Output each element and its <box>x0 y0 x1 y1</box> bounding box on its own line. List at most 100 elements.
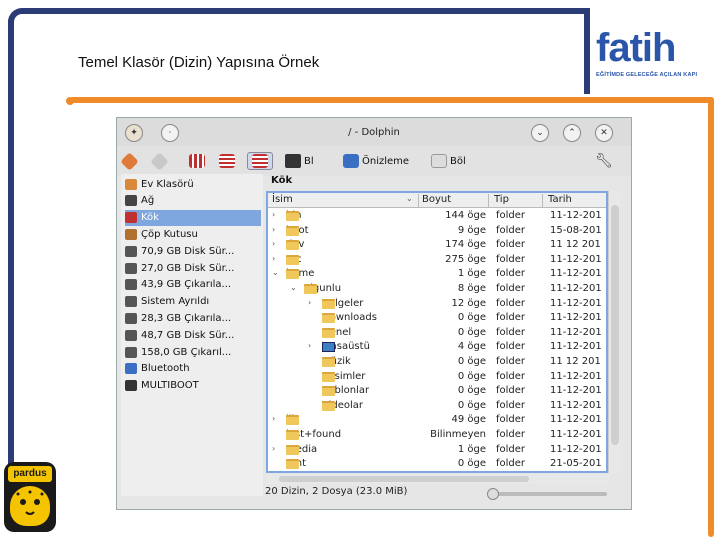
expander-icon[interactable]: › <box>272 254 275 263</box>
table-row[interactable]: Downloads 0 öge folder 11-12-201 <box>268 311 606 326</box>
split-button[interactable]: Bl <box>285 152 314 170</box>
file-type: folder <box>496 283 526 294</box>
compact-view-button[interactable] <box>219 152 235 170</box>
place-item[interactable]: Bluetooth <box>125 361 261 377</box>
place-item[interactable]: MULTIBOOT <box>125 378 261 394</box>
file-date: 21-05-201 <box>550 458 602 470</box>
table-row[interactable]: Videolar 0 öge folder 11-12-201 <box>268 399 606 414</box>
folder-icon <box>286 415 299 426</box>
icons-view-button[interactable] <box>189 152 205 170</box>
table-row[interactable]: › Belgeler 12 öge folder 11-12-201 <box>268 297 606 312</box>
file-date: 11-12-201 <box>550 370 602 382</box>
expander-icon[interactable]: › <box>272 444 275 453</box>
expander-icon[interactable]: › <box>272 210 275 219</box>
place-item[interactable]: Ağ <box>125 193 261 209</box>
folder-icon <box>286 240 299 251</box>
folder-icon <box>286 225 299 236</box>
drive-icon <box>125 312 137 324</box>
table-row[interactable]: › media 1 öge folder 11-12-201 <box>268 443 606 458</box>
place-item[interactable]: Ev Klasörü <box>125 176 261 192</box>
chevron-down-icon[interactable]: ⌄ <box>531 124 549 142</box>
column-date[interactable]: Tarih <box>548 194 572 205</box>
table-row[interactable]: ›bin144 ögefolder11-12-201 <box>268 209 606 224</box>
expander-icon[interactable]: ⌄ <box>272 268 279 277</box>
place-label: Bluetooth <box>141 363 190 375</box>
table-row[interactable]: ⌄ home 1 öge folder 11-12-201 <box>268 267 606 282</box>
table-row[interactable]: Genel 0 öge folder 11-12-201 <box>268 326 606 341</box>
horizontal-scrollbar[interactable] <box>265 474 609 484</box>
folder-icon <box>322 386 335 397</box>
place-item[interactable]: 27,0 GB Disk Sür... <box>125 260 261 276</box>
file-size: 4 öge <box>457 341 486 353</box>
slide-frame-top <box>8 8 590 94</box>
close-icon[interactable]: ✕ <box>595 124 613 142</box>
expander-icon[interactable]: › <box>272 414 275 423</box>
details-view: İsim ⌄ Boyut Tip Tarih ›bin144 ögefolder… <box>266 191 608 473</box>
expander-icon[interactable]: › <box>272 225 275 234</box>
place-item[interactable]: 28,3 GB Çıkarıla... <box>125 310 261 326</box>
details-view-button[interactable] <box>247 152 273 170</box>
table-row[interactable]: mnt0 ögefolder21-05-201 <box>268 457 606 471</box>
place-label: 27,0 GB Disk Sür... <box>141 262 235 274</box>
file-size: 144 öge <box>445 210 486 221</box>
chevron-up-icon[interactable]: ⌃ <box>563 124 581 142</box>
place-item[interactable]: 43,9 GB Çıkarıla... <box>125 277 261 293</box>
file-size: 49 öge <box>451 414 486 426</box>
drive-icon <box>125 346 137 358</box>
column-name[interactable]: İsim <box>272 194 293 205</box>
place-item[interactable]: Sistem Ayrıldı <box>125 294 261 310</box>
drive-icon <box>125 329 137 341</box>
vertical-scrollbar[interactable] <box>608 191 620 473</box>
split2-button[interactable]: Böl <box>431 152 466 170</box>
desktop-icon <box>322 342 335 353</box>
slide-title: Temel Klasör (Dizin) Yapısına Örnek <box>78 54 320 71</box>
settings-button[interactable]: 🔧︎ <box>595 152 613 170</box>
file-date: 11-12-201 <box>550 253 602 265</box>
table-row[interactable]: ›boot9 ögefolder15-08-201 <box>268 224 606 239</box>
table-row[interactable]: Müzik 0 öge folder 11 12 201 <box>268 355 606 370</box>
file-type: folder <box>496 429 526 440</box>
table-row[interactable]: ›lib49 ögefolder11-12-201 <box>268 413 606 428</box>
folder-icon <box>322 313 335 324</box>
table-row[interactable]: Resimler 0 öge folder 11-12-201 <box>268 370 606 385</box>
preview-label: Önizleme <box>362 155 410 167</box>
folder-icon <box>286 430 299 440</box>
file-type: folder <box>496 312 526 324</box>
file-type: folder <box>496 458 526 470</box>
place-item[interactable]: Kök <box>125 209 261 226</box>
place-item[interactable]: 70,9 GB Disk Sür... <box>125 243 261 259</box>
place-label: MULTIBOOT <box>141 380 199 392</box>
forward-button[interactable] <box>150 151 169 171</box>
breadcrumb[interactable]: Kök <box>265 174 629 190</box>
title-bar: ✦ · / - Dolphin ⌄ ⌃ ✕ <box>117 118 631 146</box>
bluetooth-icon <box>125 363 137 375</box>
table-row[interactable]: ›etc275 ögefolder11-12-201 <box>268 253 606 268</box>
back-button[interactable] <box>120 151 139 171</box>
table-row[interactable]: Şablonlar 0 öge folder 11-12-201 <box>268 384 606 399</box>
file-type: folder <box>496 253 526 265</box>
column-size[interactable]: Boyut <box>422 194 451 205</box>
expander-icon[interactable]: › <box>272 239 275 248</box>
table-row[interactable]: ⌄ olgunlu 8 öge folder 11-12-201 <box>268 282 606 297</box>
table-row[interactable]: › Masaüstü 4 öge folder 11-12-201 <box>268 340 606 355</box>
folder-icon <box>322 298 335 309</box>
folder-icon <box>286 444 299 455</box>
expander-icon[interactable]: › <box>308 298 311 307</box>
place-item[interactable]: 48,7 GB Disk Sür... <box>125 327 261 343</box>
column-type[interactable]: Tip <box>494 194 509 205</box>
zoom-slider[interactable] <box>487 488 607 500</box>
expander-icon[interactable]: › <box>308 341 311 350</box>
fatih-logo-text: fatih <box>596 26 676 70</box>
trash-icon <box>125 228 137 240</box>
table-row[interactable]: ›dev174 ögefolder11 12 201 <box>268 238 606 253</box>
table-row[interactable]: lost+found Bilinmeyen folder 11-12-201 <box>268 428 606 443</box>
expander-icon[interactable]: ⌄ <box>290 283 297 292</box>
place-item[interactable]: 158,0 GB Çıkarıl... <box>125 344 261 360</box>
slide-frame-left <box>8 20 14 520</box>
file-date: 15-08-201 <box>550 224 602 236</box>
split-icon <box>285 154 301 168</box>
place-item[interactable]: Çöp Kutusu <box>125 226 261 242</box>
fatih-logo-subtitle: EĞİTİMDE GELECEĞE AÇILAN KAPI <box>596 72 698 78</box>
preview-button[interactable]: Önizleme <box>343 152 409 170</box>
compact-view-icon <box>219 154 235 168</box>
